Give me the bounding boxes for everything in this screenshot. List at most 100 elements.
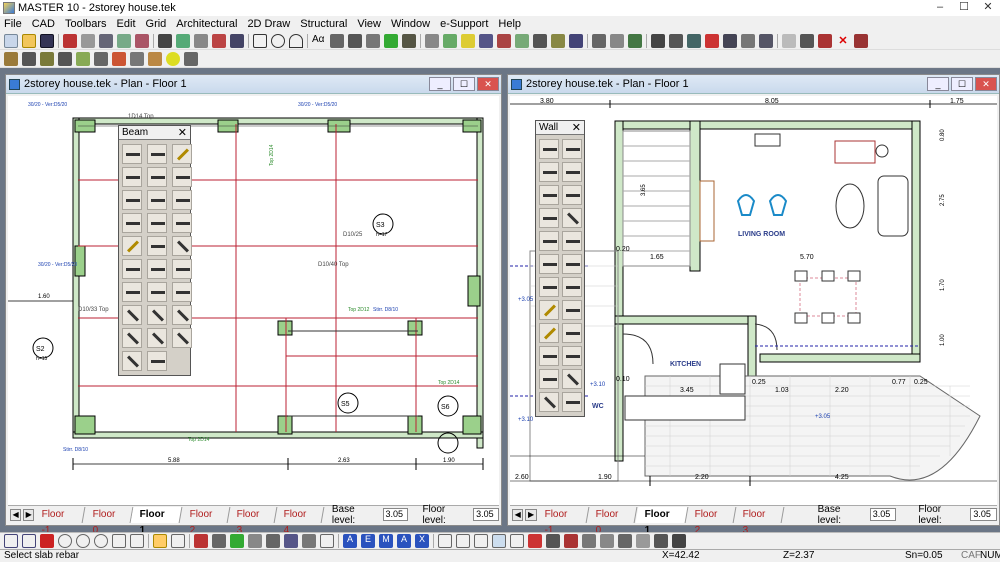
water-icon[interactable] xyxy=(130,51,144,66)
wall-tool-icon[interactable] xyxy=(562,254,582,274)
wall-tool-icon[interactable] xyxy=(539,300,559,320)
tabs-prev-arrow-icon[interactable]: ◀ xyxy=(10,508,22,521)
preview-icon[interactable] xyxy=(117,33,131,48)
redo-icon[interactable] xyxy=(22,534,36,548)
column-icon[interactable] xyxy=(425,33,439,48)
right-close-button[interactable]: ✕ xyxy=(975,77,997,91)
dropper-icon[interactable] xyxy=(122,328,142,348)
fill-tool-icon[interactable] xyxy=(618,534,632,548)
offset-tool-icon[interactable] xyxy=(248,534,262,548)
beam-tool-icon[interactable] xyxy=(122,282,142,302)
floor-tab-active[interactable]: Floor 1 xyxy=(130,506,183,536)
wall-tool-icon[interactable] xyxy=(539,277,559,297)
menu-cad[interactable]: CAD xyxy=(32,18,55,30)
draw-red-icon[interactable] xyxy=(528,534,542,548)
hand-icon[interactable] xyxy=(782,33,796,48)
symbol-icon[interactable] xyxy=(366,33,380,48)
layers-icon[interactable] xyxy=(135,33,149,48)
dropper-icon[interactable] xyxy=(147,305,167,325)
beam-tool-icon[interactable] xyxy=(172,282,192,302)
reinforce-icon[interactable] xyxy=(515,33,529,48)
zoom-out-icon[interactable] xyxy=(76,534,90,548)
snap-m-icon[interactable]: M xyxy=(379,534,393,548)
beam-tool-icon[interactable] xyxy=(147,144,167,164)
export-tool-icon[interactable] xyxy=(672,534,686,548)
palette-close-icon[interactable]: ✕ xyxy=(572,121,581,135)
analysis-icon[interactable] xyxy=(687,33,701,48)
footing-icon[interactable] xyxy=(479,33,493,48)
wall-tool-icon[interactable] xyxy=(539,254,559,274)
wall-tool-icon[interactable] xyxy=(539,185,559,205)
zoom-all-icon[interactable] xyxy=(112,534,126,548)
dropper-icon[interactable] xyxy=(562,369,582,389)
3d-view-icon[interactable] xyxy=(610,33,624,48)
rebar-icon[interactable] xyxy=(497,33,511,48)
print-icon[interactable] xyxy=(99,33,113,48)
beam-tool-icon[interactable] xyxy=(122,190,142,210)
beam-tool-icon[interactable] xyxy=(147,236,167,256)
wall-tool-icon[interactable] xyxy=(539,346,559,366)
wall-tool-icon[interactable] xyxy=(539,231,559,251)
load-icon[interactable] xyxy=(651,33,665,48)
railing-tool-icon[interactable] xyxy=(94,51,108,66)
wall-tool-icon[interactable] xyxy=(562,346,582,366)
beam-tool-icon[interactable] xyxy=(147,190,167,210)
fan-icon[interactable] xyxy=(184,51,198,66)
dropper-icon[interactable] xyxy=(122,305,142,325)
menu-help[interactable]: Help xyxy=(498,18,521,30)
beam-tool-icon[interactable] xyxy=(147,259,167,279)
menu-view[interactable]: View xyxy=(357,18,381,30)
pencil-icon[interactable] xyxy=(122,236,142,256)
wall-tool-icon[interactable] xyxy=(562,323,582,343)
snap-a-icon[interactable]: A xyxy=(343,534,357,548)
wall-tool-icon[interactable] xyxy=(539,208,559,228)
results-icon[interactable] xyxy=(741,33,755,48)
grid-toggle-icon[interactable] xyxy=(171,534,185,548)
measure-tool-icon[interactable] xyxy=(546,534,560,548)
floor-tab-active[interactable]: Floor 1 xyxy=(635,506,689,536)
symbol-tool-icon[interactable] xyxy=(636,534,650,548)
opening-tool-icon[interactable] xyxy=(58,51,72,66)
layer-tool-icon[interactable] xyxy=(320,534,334,548)
wall-tool-icon[interactable] xyxy=(562,300,582,320)
window-tool-icon[interactable] xyxy=(40,51,54,66)
maximize-button[interactable]: ☐ xyxy=(952,0,976,14)
menu-toolbars[interactable]: Toolbars xyxy=(65,18,107,30)
dimension-icon[interactable] xyxy=(330,33,344,48)
tools-icon[interactable] xyxy=(402,33,416,48)
erase-tool-icon[interactable] xyxy=(564,534,578,548)
menu-window[interactable]: Window xyxy=(391,18,430,30)
beam-tool-icon[interactable] xyxy=(147,213,167,233)
copy-icon[interactable] xyxy=(81,33,95,48)
mirror-tool-icon[interactable] xyxy=(266,534,280,548)
error-icon[interactable] xyxy=(705,33,719,48)
arc-icon[interactable] xyxy=(289,33,303,48)
beam-tool-icon[interactable] xyxy=(122,167,142,187)
plan-view-icon[interactable] xyxy=(592,33,606,48)
pen-tool-icon[interactable] xyxy=(582,534,596,548)
door-tool-icon[interactable] xyxy=(22,51,36,66)
bulb-icon[interactable] xyxy=(166,51,180,66)
properties-icon[interactable] xyxy=(147,351,167,371)
wall-tool-icon[interactable] xyxy=(539,369,559,389)
pencil-icon[interactable] xyxy=(539,323,559,343)
minimize-button[interactable]: – xyxy=(928,0,952,14)
beam-tool-icon[interactable] xyxy=(147,282,167,302)
zoom-previous-icon[interactable] xyxy=(130,534,144,548)
dropper-icon[interactable] xyxy=(172,328,192,348)
tangent-icon[interactable] xyxy=(456,534,470,548)
menu-grid[interactable]: Grid xyxy=(146,18,167,30)
matrix-icon[interactable] xyxy=(230,33,244,48)
stair-icon[interactable] xyxy=(551,33,565,48)
floor-tab[interactable]: Floor 2 xyxy=(685,506,737,536)
roof-tool-icon[interactable] xyxy=(76,51,90,66)
dropper-icon[interactable] xyxy=(172,305,192,325)
light-icon[interactable] xyxy=(148,51,162,66)
section-icon[interactable] xyxy=(533,33,547,48)
menu-file[interactable]: File xyxy=(4,18,22,30)
erase-icon[interactable] xyxy=(854,33,868,48)
text-icon[interactable]: Aα xyxy=(312,34,326,48)
tabs-next-arrow-icon[interactable]: ▶ xyxy=(525,508,537,521)
snap-x-icon[interactable]: X xyxy=(415,534,429,548)
plant-icon[interactable] xyxy=(384,33,398,48)
